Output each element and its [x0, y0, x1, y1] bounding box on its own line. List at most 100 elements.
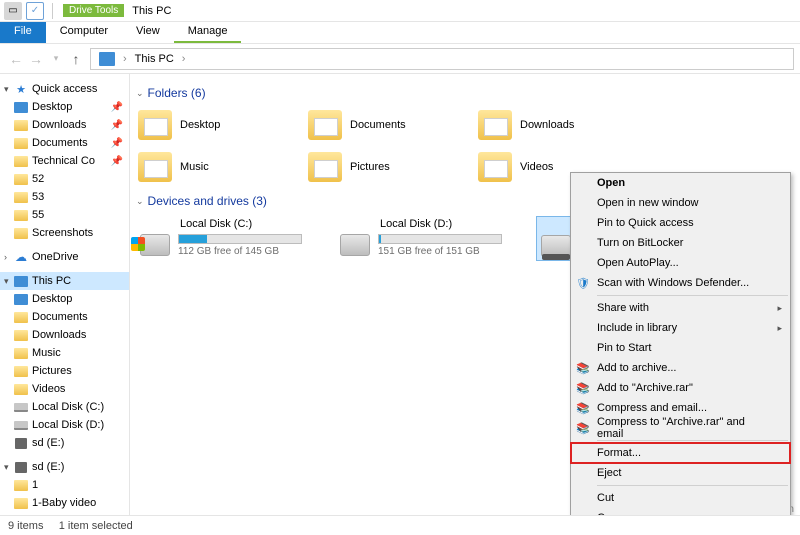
folder-label: Documents — [350, 119, 406, 131]
folder-icon — [14, 496, 28, 510]
menu-item-label: Open — [597, 177, 625, 189]
menu-item[interactable]: Open in new window — [571, 193, 790, 213]
menu-item-label: Turn on BitLocker — [597, 237, 683, 249]
monitor-icon — [14, 274, 28, 288]
folder-icon — [14, 136, 28, 150]
sidebar-item[interactable]: Documents — [0, 308, 129, 326]
menu-item[interactable]: Turn on BitLocker — [571, 233, 790, 253]
menu-item[interactable]: 📚Compress and email... — [571, 398, 790, 418]
menu-item[interactable]: Format... — [571, 443, 790, 463]
nav-back-icon[interactable]: ← — [6, 49, 26, 69]
drive-tile[interactable]: Local Disk (D:)151 GB free of 151 GB — [336, 216, 506, 261]
folder-icon — [14, 226, 28, 240]
sidebar-item[interactable]: Desktop — [0, 290, 129, 308]
menu-item-label: Include in library — [597, 322, 677, 334]
qat-newfolder-icon[interactable]: ✓ — [26, 2, 44, 20]
sidebar-item[interactable]: Technical Co📌 — [0, 152, 129, 170]
sidebar-this-pc[interactable]: ▾ This PC — [0, 272, 129, 290]
sidebar-item-label: Desktop — [32, 101, 72, 113]
menu-item[interactable]: Open AutoPlay... — [571, 253, 790, 273]
sidebar-item[interactable]: Downloads — [0, 326, 129, 344]
sidebar-item[interactable]: 55 — [0, 206, 129, 224]
drive-icon — [14, 328, 28, 342]
sidebar-item[interactable]: Local Disk (C:) — [0, 398, 129, 416]
menu-item[interactable]: Pin to Quick access — [571, 213, 790, 233]
folder-icon — [14, 190, 28, 204]
star-icon: ★ — [14, 82, 28, 96]
menu-item[interactable]: 🛡Scan with Windows Defender... — [571, 273, 790, 293]
sidebar-item-label: Videos — [32, 383, 65, 395]
sidebar-item[interactable]: 1-Baby video — [0, 494, 129, 512]
nav-up-icon[interactable]: ↑ — [66, 49, 86, 69]
titlebar: ▭ ✓ Drive Tools This PC — [0, 0, 800, 22]
chevron-right-icon[interactable]: › — [4, 252, 14, 262]
drive-icon — [14, 418, 28, 432]
sidebar-item[interactable]: 1 — [0, 476, 129, 494]
menu-item[interactable]: Share with▸ — [571, 298, 790, 318]
chevron-right-icon: ▸ — [777, 303, 782, 314]
drive-icon — [541, 235, 571, 257]
sidebar-onedrive[interactable]: › ☁ OneDrive — [0, 248, 129, 266]
sidebar-sd-drive[interactable]: ▾ sd (E:) — [0, 458, 129, 476]
breadcrumb-item[interactable]: This PC — [131, 53, 178, 65]
menu-item[interactable]: Pin to Start — [571, 338, 790, 358]
menu-item[interactable]: Include in library▸ — [571, 318, 790, 338]
context-menu: Open Open in new windowPin to Quick acces… — [570, 172, 791, 515]
drive-icon — [14, 292, 28, 306]
content-pane: ⌄ Folders (6) Desktop Documents Downloads M… — [130, 74, 800, 515]
sidebar-item[interactable]: Downloads📌 — [0, 116, 129, 134]
sidebar-item[interactable]: Videos — [0, 380, 129, 398]
sidebar-quick-access[interactable]: ▾ ★ Quick access — [0, 80, 129, 98]
menu-item[interactable]: 📚Compress to "Archive.rar" and email — [571, 418, 790, 438]
drive-subtext: 112 GB free of 145 GB — [178, 246, 302, 257]
menu-item[interactable]: 📚Add to archive... — [571, 358, 790, 378]
section-folders[interactable]: ⌄ Folders (6) — [136, 86, 794, 100]
folder-tile[interactable]: Desktop — [136, 108, 296, 142]
sidebar-item[interactable]: Pictures — [0, 362, 129, 380]
menu-item-label: Add to archive... — [597, 362, 677, 374]
sidebar-item[interactable]: sd (E:) — [0, 434, 129, 452]
drive-tile[interactable]: Local Disk (C:)112 GB free of 145 GB — [136, 216, 306, 261]
drive-icon — [14, 382, 28, 396]
sidebar-item-label: Pictures — [32, 365, 72, 377]
nav-dropdown-icon[interactable]: ▾ — [46, 49, 66, 69]
menu-item[interactable]: Copy — [571, 508, 790, 515]
chevron-down-icon[interactable]: ▾ — [4, 276, 14, 287]
chevron-down-icon[interactable]: ▾ — [4, 462, 14, 473]
menu-item-label: Open AutoPlay... — [597, 257, 679, 269]
ribbon-tab-file[interactable]: File — [0, 22, 46, 43]
folder-tile[interactable]: Music — [136, 150, 296, 184]
sidebar-item[interactable]: Documents📌 — [0, 134, 129, 152]
sidebar-item[interactable]: Screenshots — [0, 224, 129, 242]
ribbon-tab-view[interactable]: View — [122, 22, 174, 43]
nav-forward-icon[interactable]: → — [26, 49, 46, 69]
breadcrumb[interactable]: › This PC › — [90, 48, 794, 70]
sidebar-label: OneDrive — [32, 251, 78, 263]
sidebar-item[interactable]: 52 — [0, 170, 129, 188]
section-title: Devices and drives (3) — [148, 194, 267, 208]
sidebar-item[interactable]: Local Disk (D:) — [0, 416, 129, 434]
status-bar: 9 items 1 item selected — [0, 515, 800, 535]
ribbon-tab-computer[interactable]: Computer — [46, 22, 122, 43]
folder-tile[interactable]: Downloads — [476, 108, 636, 142]
sidebar-item-label: sd (E:) — [32, 437, 64, 449]
sidebar-item-label: Downloads — [32, 119, 86, 131]
sidebar-item[interactable]: Music — [0, 344, 129, 362]
folder-tile[interactable]: Pictures — [306, 150, 466, 184]
sidebar-item[interactable]: 53 — [0, 188, 129, 206]
sidebar-item-label: Desktop — [32, 293, 72, 305]
menu-item[interactable]: 📚Add to "Archive.rar" — [571, 378, 790, 398]
qat-properties-icon[interactable]: ▭ — [4, 2, 22, 20]
chevron-down-icon: ⌄ — [136, 88, 144, 99]
ribbon-tab-manage[interactable]: Manage — [174, 22, 242, 43]
menu-item[interactable]: Open — [571, 173, 790, 193]
chevron-down-icon[interactable]: ▾ — [4, 84, 14, 95]
main-area: ▾ ★ Quick access Desktop📌Downloads📌Docum… — [0, 74, 800, 515]
menu-item[interactable]: Cut — [571, 488, 790, 508]
menu-item[interactable]: Eject — [571, 463, 790, 483]
folder-label: Music — [180, 161, 209, 173]
folder-icon — [14, 478, 28, 492]
sidebar-item[interactable]: Desktop📌 — [0, 98, 129, 116]
folder-tile[interactable]: Documents — [306, 108, 466, 142]
folder-icon — [478, 152, 512, 182]
